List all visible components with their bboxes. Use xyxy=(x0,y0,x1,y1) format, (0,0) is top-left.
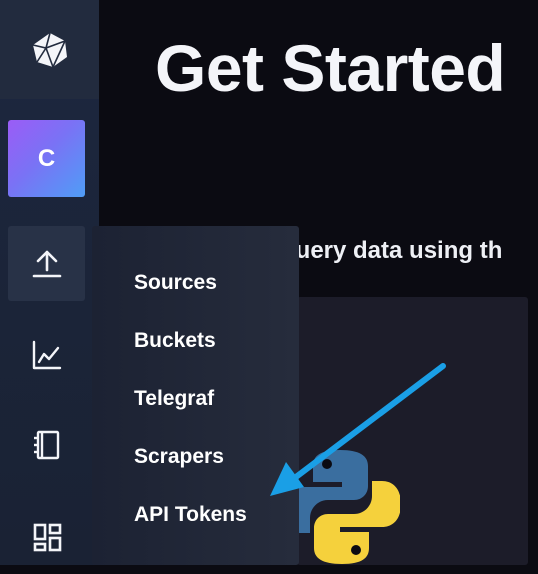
org-initial: C xyxy=(37,144,56,172)
menu-item-buckets[interactable]: Buckets xyxy=(134,329,216,353)
page-title: Get Started xyxy=(155,31,506,105)
page-subtitle: query data using th xyxy=(281,237,503,264)
sidebar-nav: C xyxy=(0,0,99,565)
upload-icon xyxy=(32,250,61,277)
org-avatar[interactable]: C xyxy=(8,120,85,197)
menu-item-telegraf[interactable]: Telegraf xyxy=(134,387,214,411)
nav-data-explorer[interactable] xyxy=(8,317,85,392)
load-data-menu: Sources Buckets Telegraf Scrapers API To… xyxy=(92,226,299,565)
menu-item-sources[interactable]: Sources xyxy=(134,271,217,295)
influxdb-cube-icon xyxy=(32,32,67,67)
nav-load-data[interactable] xyxy=(8,226,85,301)
menu-item-scrapers[interactable]: Scrapers xyxy=(134,445,224,469)
nav-notebooks[interactable] xyxy=(8,407,85,482)
logo-button[interactable] xyxy=(0,0,99,99)
nav-dashboards[interactable] xyxy=(8,499,85,574)
graph-icon xyxy=(32,340,61,369)
menu-item-api-tokens[interactable]: API Tokens xyxy=(134,503,247,527)
dashboard-icon xyxy=(33,523,61,551)
notebook-icon xyxy=(33,430,59,459)
